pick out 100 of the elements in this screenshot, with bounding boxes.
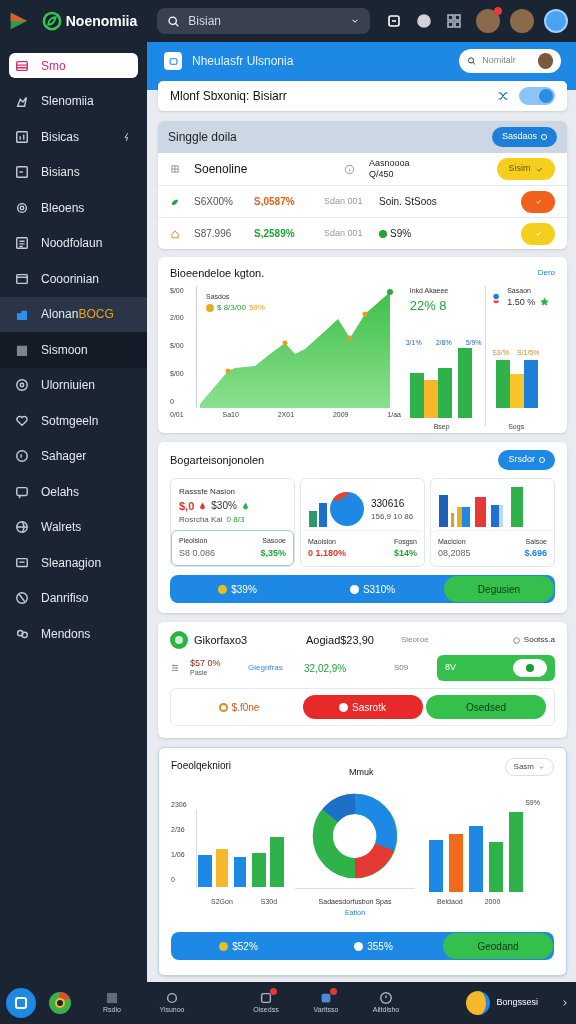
browser-icon[interactable]	[48, 991, 72, 1015]
stat-value: $,35%	[260, 546, 286, 560]
stat-label: 156,9 10 86	[371, 510, 414, 523]
sidebar-item[interactable]: Slenomiia	[0, 83, 147, 119]
bar-chart	[496, 357, 541, 408]
sidebar-item[interactable]: Sismoon	[0, 332, 147, 368]
status-pill[interactable]: Sisim	[497, 158, 555, 180]
bar-value: $39%	[231, 582, 257, 597]
category: Giegnfras	[248, 662, 284, 674]
stat-value: S8 0.086	[179, 546, 216, 560]
chevron-down-icon	[538, 763, 545, 771]
avatar[interactable]	[466, 991, 491, 1015]
sidebar-item[interactable]: Bisians	[0, 154, 147, 190]
search-field[interactable]: Nomitalr	[459, 49, 561, 73]
card-title: Singgle doila	[168, 129, 237, 146]
sidebar-item[interactable]: Sleanagion	[0, 545, 147, 581]
action-button[interactable]: Sasdaos	[491, 127, 557, 147]
action-button[interactable]: Geodand	[443, 933, 553, 959]
inbox-icon	[259, 990, 273, 1005]
app-name: Noenomiia	[65, 11, 138, 31]
bar-value: S310%	[362, 582, 396, 597]
star-icon	[539, 295, 551, 307]
table-cell-text: S,2589%	[254, 227, 296, 241]
sidebar-item[interactable]: Sahager	[0, 438, 147, 474]
heart-icon	[15, 413, 29, 428]
stat-value: $14%	[393, 547, 417, 560]
link[interactable]: Sootss.a	[523, 634, 555, 646]
card-title: Bioeendeloe kgton.	[170, 266, 265, 281]
order-name: Gikorfaxo3	[194, 632, 249, 648]
toggle[interactable]	[519, 87, 555, 105]
sidebar-item[interactable]: Ulorniuien	[0, 367, 147, 403]
sidebar-item[interactable]: Bisicas	[0, 119, 147, 155]
table-cell-text: Sdan 001	[324, 226, 364, 240]
stat-value: 22% 8	[409, 297, 448, 315]
grid-icon	[170, 164, 180, 174]
sidebar-item[interactable]: AlonanBOCG	[0, 296, 147, 332]
chart-title: Mmuk	[349, 766, 374, 779]
card-icon	[15, 271, 29, 286]
home-icon	[170, 228, 180, 239]
drop-icon	[198, 501, 208, 511]
text-button[interactable]: $.f0ne	[179, 695, 299, 719]
stat-value: $30%	[211, 499, 237, 513]
window-icon	[105, 990, 119, 1005]
stat-value: 1.50 %	[507, 296, 536, 309]
avatar	[538, 53, 553, 69]
link[interactable]: Dero	[537, 267, 555, 280]
sidebar-item[interactable]: Cooorinian	[0, 261, 147, 297]
table-cell-text: S,0587%	[254, 195, 296, 209]
stat-value: 0 1.180%	[308, 547, 347, 560]
list-icon	[15, 58, 29, 73]
card-title: Foeolqekniori	[171, 759, 233, 773]
stat-value: $,0	[179, 499, 195, 513]
table-cell-text: Q/450	[369, 169, 395, 180]
action-button[interactable]: Srsdor	[498, 450, 555, 470]
card-title: Bogarteisonjonolen	[170, 452, 265, 468]
table-cell-text: Soin. StSoos	[379, 195, 437, 209]
status-pill[interactable]	[521, 190, 555, 213]
stat-label: Rasssfe Nasion	[179, 486, 237, 498]
sidebar-item[interactable]: Walrets	[0, 509, 147, 545]
sidebar-item[interactable]: Sotmgeeln	[0, 403, 147, 439]
stat-value: 330616	[371, 496, 406, 511]
stat-value: $.696	[524, 547, 547, 560]
quantity: S09	[394, 662, 410, 674]
banner-title: Mlonf Sbxoniq: Bisiarr	[170, 88, 287, 105]
action-button[interactable]: Degusien	[444, 576, 554, 602]
search-field[interactable]: Bisian	[157, 8, 370, 34]
drop-icon	[240, 501, 250, 511]
change-value: 32,02,9%	[304, 661, 348, 676]
action-button[interactable]: Sasrotk	[302, 695, 423, 719]
table-cell-text: Sdan 001	[324, 194, 364, 208]
table-cell: Aasnoooa	[369, 158, 410, 169]
circle-icon	[15, 449, 29, 464]
stat-label: Rosrcha Kai	[179, 514, 223, 526]
user-name: Bongssesi	[496, 996, 538, 1010]
chart-icon	[15, 129, 29, 144]
search-icon	[167, 14, 181, 28]
order-state: Sieoroe	[401, 634, 430, 646]
sidebar-item[interactable]: Mendons	[0, 616, 147, 652]
sidebar-item[interactable]: Noodfolaun	[0, 225, 147, 261]
window-icon	[15, 165, 29, 180]
tag: BOCG	[78, 305, 114, 324]
start-button[interactable]	[6, 988, 36, 1018]
sidebar-item[interactable]: Oelahs	[0, 474, 147, 510]
grid-icon	[446, 13, 462, 29]
legend-value: $ 8/3/00	[217, 302, 246, 314]
legend-value: 59%	[248, 302, 265, 314]
avatar[interactable]	[544, 9, 568, 33]
order-amount: Aogiad$23,90	[306, 632, 375, 648]
sidebar-item[interactable]: Smo	[9, 53, 138, 79]
plant-icon	[170, 196, 180, 207]
target-icon	[15, 378, 29, 393]
action-button[interactable]: Osedsed	[426, 695, 546, 719]
table-cell-text: S87.996	[194, 227, 233, 241]
search-input[interactable]: Nomitalr	[482, 54, 533, 68]
sidebar-item[interactable]: Bleoens	[0, 190, 147, 226]
table-cell-text: S9%	[390, 227, 412, 241]
check-icon	[533, 229, 543, 238]
sidebar-item[interactable]: Danrifiso	[0, 580, 147, 616]
page-title: Nheulasfr Ulsnonia	[192, 53, 294, 70]
search-icon	[467, 56, 477, 66]
